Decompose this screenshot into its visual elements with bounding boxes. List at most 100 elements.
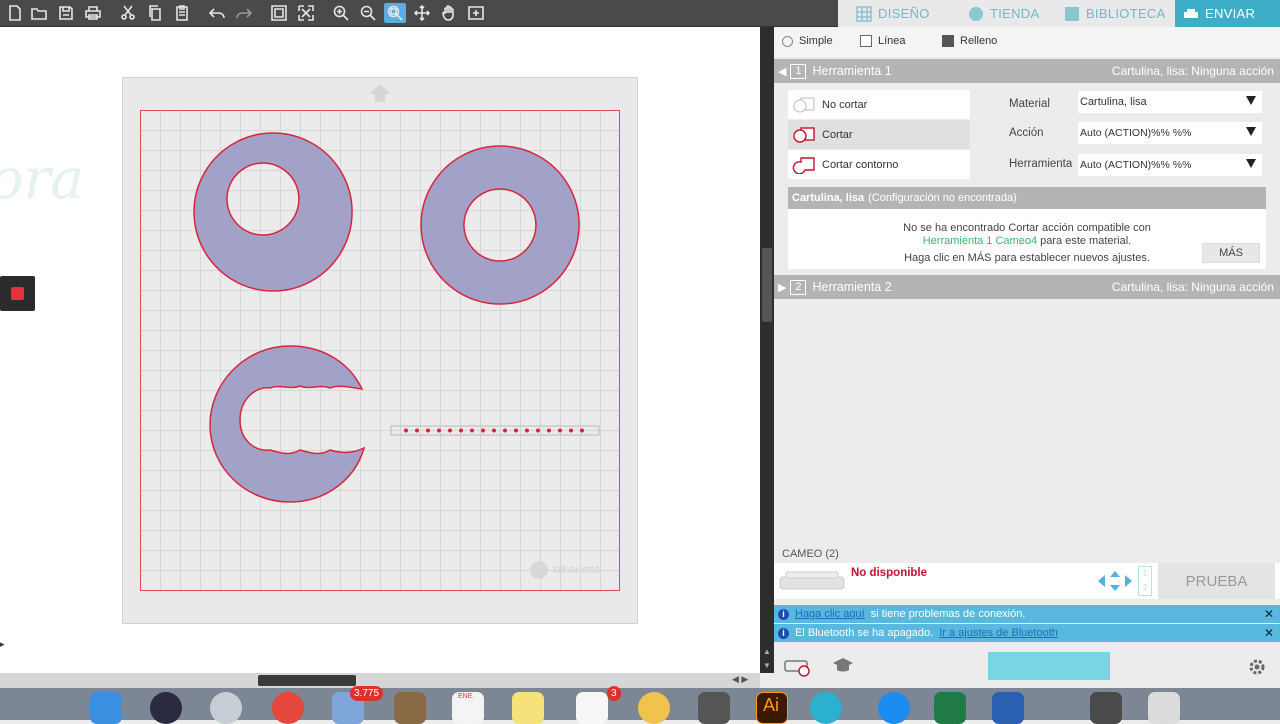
system-preferences-app-icon[interactable]	[698, 692, 730, 724]
downloads-stack-icon[interactable]	[1090, 692, 1122, 724]
silhouette-watermark: silhouette	[530, 561, 600, 579]
vertical-scrollbar-thumb[interactable]	[762, 248, 772, 322]
bluetooth-settings-link[interactable]: Ir a ajustes de Bluetooth	[939, 627, 1058, 639]
device-section-title: CAMEO (2)	[774, 545, 1280, 563]
horizontal-scrollbar-thumb[interactable]	[258, 675, 356, 686]
action-select[interactable]: Auto (ACTION)%% %%	[1078, 122, 1262, 144]
option-cut[interactable]: Cortar	[788, 120, 970, 149]
redo-icon[interactable]	[233, 3, 255, 23]
line-mode-icon	[860, 35, 872, 47]
group-icon[interactable]	[268, 3, 290, 23]
photos-app-icon[interactable]	[638, 692, 670, 724]
copy-icon[interactable]	[144, 3, 166, 23]
calendar-app-icon[interactable]: ENE.	[452, 692, 484, 724]
siri-app-icon[interactable]	[150, 692, 182, 724]
connection-help-link[interactable]: Haga clic aquí	[795, 608, 865, 620]
material-select[interactable]: Cartulina, lisa	[1078, 91, 1262, 113]
move-icon[interactable]	[411, 3, 433, 23]
launchpad-app-icon[interactable]	[210, 692, 242, 724]
left-expand-arrow-icon[interactable]: ▸	[0, 639, 9, 659]
tool-select[interactable]: Auto (ACTION)%% %%	[1078, 154, 1262, 176]
vertical-scrollbar[interactable]	[760, 27, 774, 673]
tool-label: Herramienta	[1009, 158, 1073, 170]
zoom-select-icon[interactable]	[384, 3, 406, 23]
reminders-app-icon[interactable]	[576, 692, 608, 724]
ring-shape-right	[420, 145, 580, 305]
print-icon[interactable]	[82, 3, 104, 23]
horizontal-scrollbar[interactable]	[0, 673, 760, 688]
ring-shape-left	[193, 132, 353, 292]
contacts-app-icon[interactable]	[394, 692, 426, 724]
horizontal-scroll-arrows-icon[interactable]: ◀ ▶	[732, 674, 760, 687]
option-no-cut[interactable]: No cortar	[788, 90, 970, 119]
chevron-down-icon	[1246, 159, 1256, 168]
chrome-app-icon[interactable]	[272, 692, 304, 724]
cut-icon[interactable]	[117, 3, 139, 23]
pan-hand-icon[interactable]	[438, 3, 460, 23]
tool-slot-indicator: 12	[1138, 566, 1152, 596]
send-tab[interactable]: ENVIAR	[1175, 0, 1280, 27]
chevron-down-icon	[1246, 127, 1256, 136]
design-grid-icon	[856, 5, 872, 22]
collapse-arrow-icon: ◀	[778, 65, 787, 78]
mode-fill[interactable]: Relleno	[942, 35, 997, 47]
test-button[interactable]: PRUEBA	[1158, 563, 1275, 599]
trash-icon[interactable]	[1148, 692, 1180, 724]
undo-icon[interactable]	[206, 3, 228, 23]
close-icon[interactable]: ✕	[1264, 607, 1274, 621]
mail-badge: 3.775	[350, 686, 384, 701]
design-shapes[interactable]	[140, 110, 620, 591]
crescent-shape	[209, 345, 366, 503]
tool-link[interactable]: Herramienta 1 Cameo4	[923, 235, 1037, 247]
graduation-cap-icon[interactable]	[832, 657, 854, 675]
macos-dock: 3.775 ENE. 3 Ai	[0, 686, 1280, 724]
tool1-header[interactable]: ◀ 1 Herramienta 1 Cartulina, lisa: Ningu…	[774, 59, 1280, 83]
zoom-in-icon[interactable]	[330, 3, 352, 23]
top-navigation: DISEÑO TIENDA BIBLIOTECA ENVIAR	[838, 0, 1280, 27]
load-direction-arrow-icon	[369, 84, 391, 105]
record-stop-button[interactable]	[0, 276, 35, 311]
add-page-icon[interactable]	[465, 3, 487, 23]
bluetooth-notice: i El Bluetooth se ha apagado. Ir a ajust…	[774, 624, 1280, 642]
option-cut-outline[interactable]: Cortar contorno	[788, 150, 970, 179]
notes-app-icon[interactable]	[512, 692, 544, 724]
cut-outline-icon	[792, 156, 815, 174]
library-tab[interactable]: BIBLIOTECA	[1056, 0, 1174, 27]
illustrator-app-icon[interactable]: Ai	[756, 692, 788, 724]
move-arrows-icon[interactable]	[1098, 571, 1132, 591]
dotted-line-dots	[404, 428, 584, 433]
material-warning-message: No se ha encontrado Cortar acción compat…	[788, 209, 1266, 269]
library-download-icon	[1065, 6, 1079, 21]
silhouette-studio-app-icon[interactable]	[810, 692, 842, 724]
finder-app-icon[interactable]	[90, 692, 122, 724]
store-tab[interactable]: TIENDA	[960, 0, 1047, 27]
open-folder-icon[interactable]	[28, 3, 50, 23]
gear-icon[interactable]	[1248, 658, 1266, 676]
design-tab[interactable]: DISEÑO	[848, 0, 938, 27]
simple-radio-icon	[782, 35, 793, 47]
app-store-app-icon[interactable]	[878, 692, 910, 724]
mode-line[interactable]: Línea	[860, 35, 906, 47]
connection-notice: i Haga clic aquí si tiene problemas de c…	[774, 605, 1280, 623]
cut-mode-tabs: Simple Línea Relleno	[774, 27, 1280, 57]
cutter-queue-icon[interactable]	[784, 657, 810, 677]
close-icon[interactable]: ✕	[1264, 626, 1274, 640]
ungroup-icon[interactable]	[295, 3, 317, 23]
scroll-arrows-icon[interactable]: ▲ ▼	[760, 645, 774, 673]
tool2-header[interactable]: ▶ 2 Herramienta 2 Cartulina, lisa: Ningu…	[774, 275, 1280, 299]
new-document-icon[interactable]	[4, 3, 26, 23]
panel-footer	[774, 647, 1280, 688]
send-action-button[interactable]	[988, 652, 1110, 680]
mode-simple[interactable]: Simple	[782, 35, 833, 47]
material-warning-bar: Cartulina, lisa (Configuración no encont…	[788, 187, 1266, 209]
word-app-icon[interactable]	[992, 692, 1024, 724]
zoom-out-icon[interactable]	[357, 3, 379, 23]
more-button[interactable]: MÁS	[1202, 243, 1260, 263]
paste-icon[interactable]	[171, 3, 193, 23]
chevron-down-icon	[1246, 96, 1256, 105]
send-panel: Simple Línea Relleno ◀ 1 Herramienta 1 C…	[774, 27, 1280, 688]
cutter-device-icon	[779, 571, 845, 590]
device-status: No disponible	[851, 567, 928, 579]
save-icon[interactable]	[55, 3, 77, 23]
excel-app-icon[interactable]	[934, 692, 966, 724]
